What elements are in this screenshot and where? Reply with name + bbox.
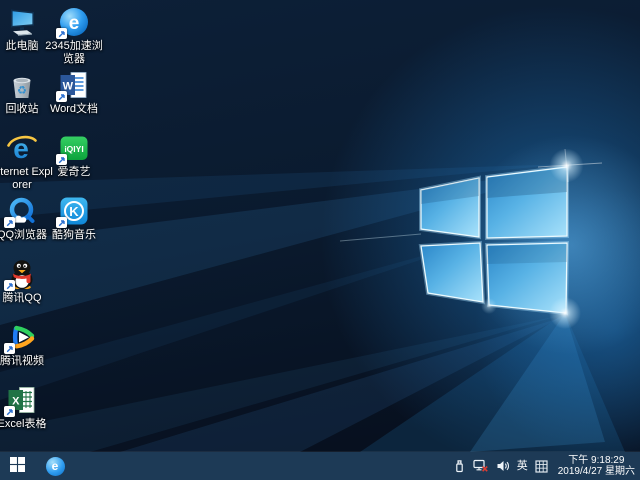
desktop-icon-iqiyi[interactable]: iQIYI 爱奇艺 (42, 132, 106, 179)
desktop-icon-label: Excel表格 (0, 418, 54, 431)
svg-text:iQIYI: iQIYI (64, 144, 83, 154)
iqiyi-icon: iQIYI (58, 132, 90, 164)
desktop-icon-kugou-music[interactable]: K 酷狗音乐 (42, 195, 106, 242)
desktop-icon-word[interactable]: W Word文档 (42, 69, 106, 116)
desktop-icon-excel[interactable]: X Excel表格 (0, 384, 54, 431)
desktop: 此电脑 e 2345加速浏览器 ♻ (0, 0, 640, 480)
desktop-icon-label: 酷狗音乐 (42, 229, 106, 242)
clock-time: 下午 9:18:29 (558, 455, 635, 467)
desktop-icon-label: 腾讯视频 (0, 355, 54, 368)
this-pc-icon (6, 6, 38, 38)
ime-language-indicator[interactable]: 英 (517, 461, 528, 472)
shortcut-arrow-icon (4, 406, 15, 417)
usb-icon[interactable] (453, 459, 466, 473)
system-tray: 英 下午 9:18:29 2019/4/27 星期六 (453, 455, 640, 478)
shortcut-arrow-icon (4, 280, 15, 291)
svg-text:♻: ♻ (17, 85, 27, 97)
desktop-icon-2345-browser[interactable]: e 2345加速浏览器 (42, 6, 106, 66)
word-icon: W (58, 69, 90, 101)
start-button[interactable] (0, 452, 34, 480)
recycle-bin-icon: ♻ (6, 69, 38, 101)
qq-browser-icon (6, 195, 38, 227)
svg-text:K: K (69, 204, 79, 219)
taskbar-2345-browser-button[interactable]: e (40, 452, 70, 480)
windows-logo-icon (10, 457, 25, 475)
tencent-video-icon (6, 321, 38, 353)
network-disconnected-icon[interactable] (473, 459, 489, 473)
shortcut-arrow-icon (56, 217, 67, 228)
desktop-icon-label: 爱奇艺 (42, 166, 106, 179)
shortcut-arrow-icon (56, 28, 67, 39)
desktop-icon-label: 2345加速浏览器 (42, 40, 106, 66)
tencent-qq-icon (6, 258, 38, 290)
svg-text:e: e (69, 13, 80, 34)
shortcut-arrow-icon (4, 343, 15, 354)
2345-browser-icon: e (58, 6, 90, 38)
volume-icon[interactable] (496, 459, 510, 473)
kugou-music-icon: K (58, 195, 90, 227)
taskbar-clock[interactable]: 下午 9:18:29 2019/4/27 星期六 (558, 455, 635, 478)
clock-date: 2019/4/27 星期六 (558, 466, 635, 478)
excel-icon: X (6, 384, 38, 416)
internet-explorer-icon: e (6, 132, 38, 164)
desktop-icon-label: 腾讯QQ (0, 292, 54, 305)
shortcut-arrow-icon (56, 154, 67, 165)
touch-keyboard-icon[interactable] (535, 460, 548, 473)
taskbar: e (0, 452, 640, 480)
desktop-icon-tencent-video[interactable]: 腾讯视频 (0, 321, 54, 368)
shortcut-arrow-icon (56, 91, 67, 102)
2345-browser-taskbar-icon: e (46, 457, 65, 476)
desktop-icon-tencent-qq[interactable]: 腾讯QQ (0, 258, 54, 305)
shortcut-arrow-icon (4, 217, 15, 228)
desktop-icon-label: Word文档 (42, 103, 106, 116)
